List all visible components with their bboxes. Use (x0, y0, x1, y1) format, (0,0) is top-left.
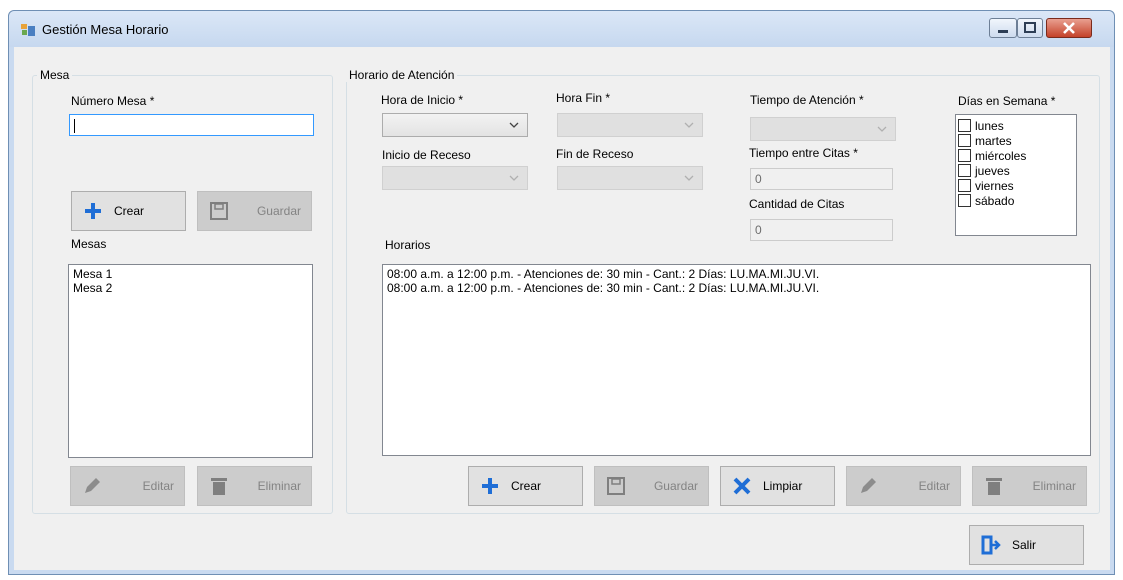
title-bar[interactable]: Gestión Mesa Horario (9, 11, 1114, 47)
plus-icon (482, 478, 498, 494)
minimize-icon (998, 30, 1008, 33)
salir-button[interactable]: Salir (969, 525, 1084, 565)
form-client-area: Mesa Número Mesa * Crear Guardar Mesas M… (14, 47, 1110, 571)
hora-inicio-label: Hora de Inicio * (381, 93, 464, 107)
tiempo-entre-citas-input[interactable]: 0 (750, 168, 893, 190)
mesa-eliminar-button[interactable]: Eliminar (197, 466, 312, 506)
inicio-receso-select[interactable] (382, 166, 528, 190)
fin-receso-select[interactable] (557, 166, 703, 190)
horarios-listbox[interactable]: 08:00 a.m. a 12:00 p.m. - Atenciones de:… (382, 264, 1091, 456)
horario-guardar-button[interactable]: Guardar (594, 466, 709, 506)
trash-icon (211, 478, 227, 495)
plus-icon (85, 203, 101, 219)
mesa-group-legend: Mesa (37, 68, 73, 82)
floppy-icon (210, 202, 228, 220)
exit-door-icon (981, 535, 1001, 555)
horario-editar-button[interactable]: Editar (846, 466, 961, 506)
tiempo-atencion-select[interactable] (750, 117, 896, 141)
dia-item-miercoles[interactable]: miércoles (958, 148, 1074, 163)
chevron-down-icon (509, 122, 519, 128)
mesas-listbox[interactable]: Mesa 1 Mesa 2 (68, 264, 313, 458)
dia-item-lunes[interactable]: lunes (958, 118, 1074, 133)
checkbox[interactable] (958, 149, 971, 162)
window-title: Gestión Mesa Horario (42, 22, 169, 37)
hora-fin-select[interactable] (557, 113, 703, 137)
dia-item-jueves[interactable]: jueves (958, 163, 1074, 178)
close-icon (1063, 22, 1075, 34)
mesa-guardar-button[interactable]: Guardar (197, 191, 312, 231)
list-item[interactable]: 08:00 a.m. a 12:00 p.m. - Atenciones de:… (387, 267, 1086, 281)
horario-crear-button[interactable]: Crear (468, 466, 583, 506)
tiempo-entre-citas-label: Tiempo entre Citas * (749, 146, 858, 160)
checkbox[interactable] (958, 164, 971, 177)
numero-mesa-input[interactable] (69, 114, 314, 136)
dias-semana-label: Días en Semana * (958, 94, 1056, 108)
window-bottom-border (9, 570, 1114, 574)
x-icon (733, 477, 751, 495)
checkbox[interactable] (958, 179, 971, 192)
close-button[interactable] (1046, 18, 1092, 38)
trash-icon (986, 478, 1002, 495)
floppy-icon (607, 477, 625, 495)
limpiar-button[interactable]: Limpiar (720, 466, 835, 506)
dia-item-sabado[interactable]: sábado (958, 193, 1074, 208)
inicio-receso-label: Inicio de Receso (382, 148, 471, 162)
checkbox[interactable] (958, 134, 971, 147)
pencil-icon (85, 478, 100, 493)
pencil-icon (861, 478, 876, 493)
maximize-icon (1024, 22, 1036, 33)
dia-item-martes[interactable]: martes (958, 133, 1074, 148)
chevron-down-icon (684, 175, 694, 181)
list-item[interactable]: Mesa 1 (73, 267, 308, 281)
horario-group-legend: Horario de Atención (346, 68, 458, 82)
mesa-group: Mesa Número Mesa * Crear Guardar Mesas M… (32, 68, 333, 514)
maximize-button[interactable] (1017, 18, 1043, 38)
checkbox[interactable] (958, 194, 971, 207)
mesa-editar-button[interactable]: Editar (70, 466, 185, 506)
cantidad-citas-input[interactable]: 0 (750, 219, 893, 241)
tiempo-atencion-label: Tiempo de Atención * (750, 93, 864, 107)
numero-mesa-label: Número Mesa * (71, 94, 155, 108)
minimize-button[interactable] (989, 18, 1017, 38)
horario-group: Horario de Atención Hora de Inicio * Hor… (346, 68, 1100, 514)
mesa-crear-button[interactable]: Crear (71, 191, 186, 231)
form-icon (21, 24, 35, 36)
chevron-down-icon (877, 126, 887, 132)
horarios-label: Horarios (385, 238, 431, 252)
chevron-down-icon (684, 122, 694, 128)
horario-eliminar-button[interactable]: Eliminar (972, 466, 1087, 506)
fin-receso-label: Fin de Receso (556, 147, 634, 161)
chevron-down-icon (509, 175, 519, 181)
mesas-label: Mesas (71, 237, 107, 251)
list-item[interactable]: Mesa 2 (73, 281, 308, 295)
main-window: Gestión Mesa Horario Mesa Número Mesa * … (8, 10, 1115, 575)
cantidad-citas-label: Cantidad de Citas (749, 197, 845, 211)
checkbox[interactable] (958, 119, 971, 132)
hora-fin-label: Hora Fin * (556, 91, 611, 105)
dia-item-viernes[interactable]: viernes (958, 178, 1074, 193)
hora-inicio-select[interactable] (382, 113, 528, 137)
dias-semana-checklist[interactable]: lunes martes miércoles jueves viernes sá… (955, 114, 1077, 236)
list-item[interactable]: 08:00 a.m. a 12:00 p.m. - Atenciones de:… (387, 281, 1086, 295)
text-caret (74, 118, 75, 133)
